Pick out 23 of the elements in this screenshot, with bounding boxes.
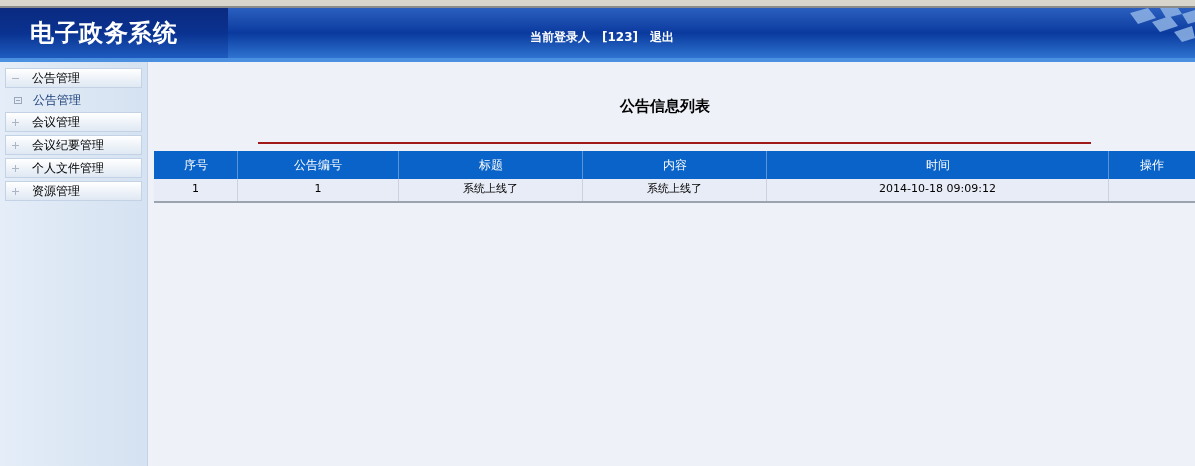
sidebar-group[interactable]: 会议管理	[5, 112, 142, 132]
table-cell: 系统上线了	[463, 181, 518, 198]
user-name: [123]	[602, 29, 639, 46]
column-header: 操作	[1139, 156, 1165, 174]
sidebar-group[interactable]: 资源管理	[5, 181, 142, 201]
app-logo: 电子政务系统	[30, 18, 178, 49]
table-cell: 系统上线了	[647, 181, 702, 198]
column-header: 时间	[767, 150, 1109, 179]
sidebar-group[interactable]: 个人文件管理	[5, 158, 142, 178]
column-header: 公告编号	[238, 150, 399, 179]
table-cell: 2014-10-18 09:09:12	[879, 181, 996, 198]
sidebar-group[interactable]: 公告管理	[5, 68, 142, 88]
page-title: 公告信息列表	[619, 96, 710, 117]
sidebar-group[interactable]: 会议纪要管理	[5, 135, 142, 155]
current-user-label: 当前登录人	[530, 29, 590, 46]
column-header: 序号	[154, 150, 238, 179]
table-cell: 1	[192, 181, 199, 198]
table-cell: 1	[314, 181, 322, 198]
sidebar-item[interactable]: 公告管理	[5, 91, 142, 109]
logout-link[interactable]: 退出	[650, 28, 675, 46]
page-icon	[14, 96, 22, 104]
column-header: 内容	[583, 150, 767, 179]
column-header: 标题	[399, 150, 583, 179]
